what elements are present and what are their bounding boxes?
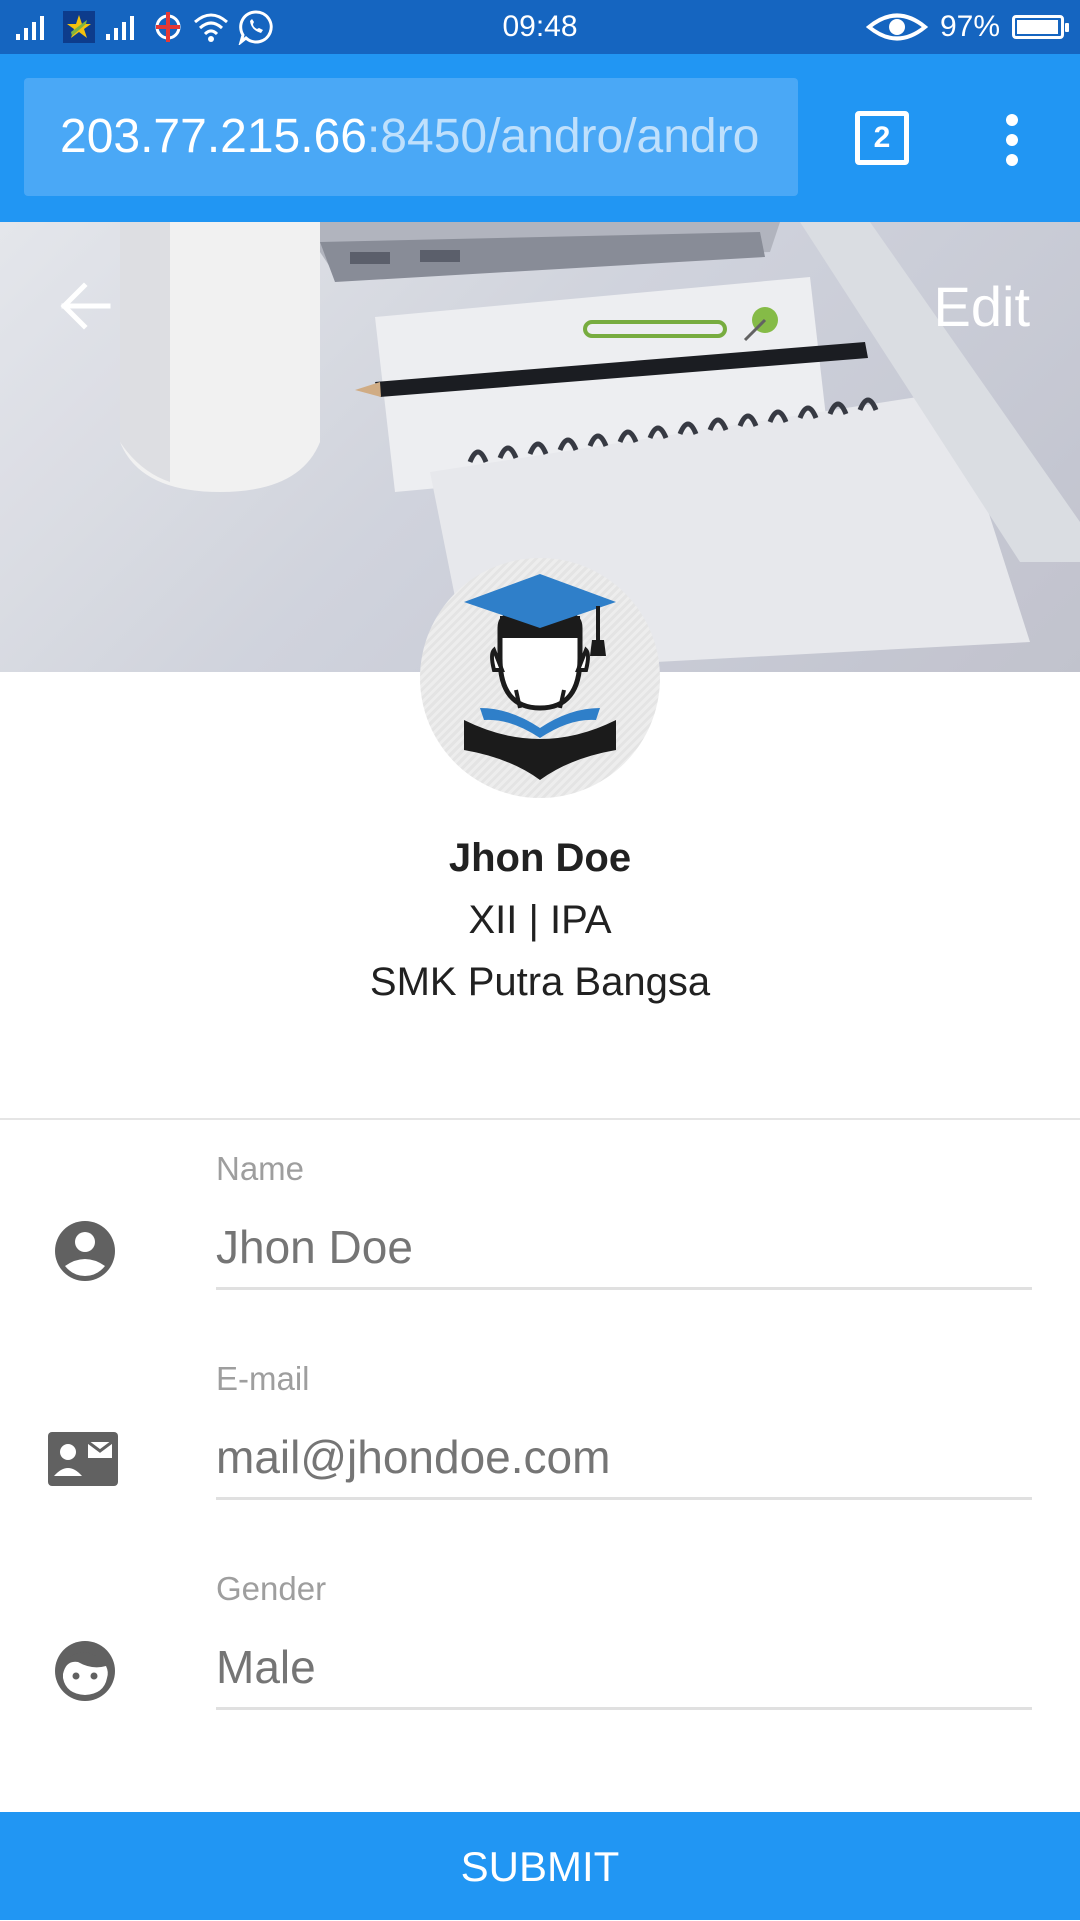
arrow-back-icon[interactable] <box>56 278 112 334</box>
divider <box>0 1118 1080 1120</box>
name-field-group: Name <box>0 1150 1080 1350</box>
url-bar[interactable]: 203.77.215.66:8450/andro/andro <box>24 78 798 196</box>
tabs-icon[interactable]: 2 <box>855 111 909 165</box>
email-label: E-mail <box>216 1360 310 1397</box>
graduate-icon <box>464 574 616 780</box>
more-vert-icon[interactable] <box>998 112 1026 168</box>
avatar <box>420 558 660 798</box>
gender-input[interactable] <box>216 1626 1032 1710</box>
face-icon <box>55 1641 115 1701</box>
browser-toolbar: 203.77.215.66:8450/andro/andro 2 <box>0 54 1080 222</box>
url-host: 203.77.215.66 <box>60 110 367 163</box>
profile-class: XII | IPA <box>468 898 612 942</box>
gender-field-group: Gender <box>0 1570 1080 1770</box>
eye-icon <box>865 13 928 41</box>
name-label: Name <box>216 1150 305 1187</box>
battery-icon <box>1012 15 1069 39</box>
profile-school: SMK Putra Bangsa <box>369 960 711 1004</box>
url-path: :8450/andro/andro <box>366 110 760 163</box>
battery-fill <box>1017 20 1058 34</box>
edit-button[interactable]: Edit <box>934 274 1031 339</box>
profile-name: Jhon Doe <box>448 836 632 880</box>
account-circle-icon <box>55 1221 115 1281</box>
submit-button[interactable]: SUBMIT <box>0 1812 1080 1920</box>
name-input[interactable] <box>216 1206 1032 1290</box>
status-bar: 09:48 97% <box>0 0 1080 54</box>
email-field-group: E-mail <box>0 1360 1080 1560</box>
status-icons-right: 97% <box>865 0 1069 54</box>
gender-label: Gender <box>216 1570 327 1607</box>
contact-mail-icon <box>48 1432 118 1486</box>
battery-percent: 97% <box>939 10 1000 43</box>
email-input[interactable] <box>216 1416 1032 1500</box>
